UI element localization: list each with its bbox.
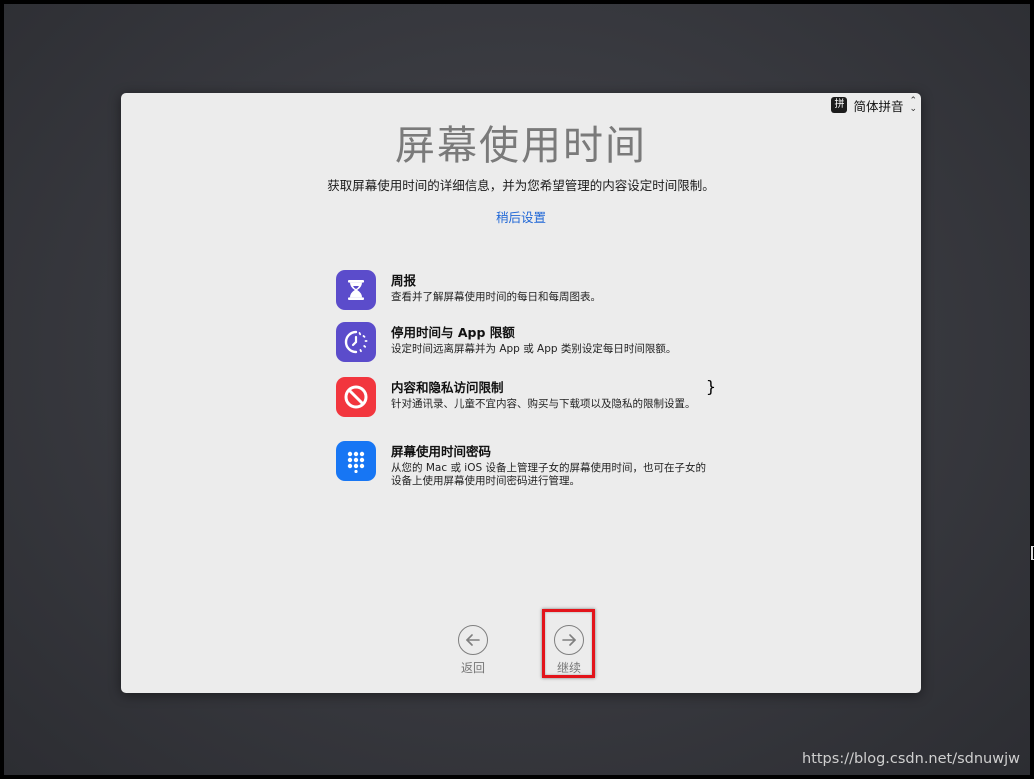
set-up-later-link[interactable]: 稍后设置 [121,207,921,226]
feature-weekly-report: 周报 查看并了解屏幕使用时间的每日和每周图表。 [336,270,716,310]
watermark: https://blog.csdn.net/sdnuwjw [802,751,1020,767]
feature-title: 停用时间与 App 限额 [391,325,515,340]
page-title: 屏幕使用时间 [395,123,647,169]
setup-assistant-panel: 拼 简体拼音 ⌃ ⌄ 屏幕使用时间 获取屏幕使用时间的详细信息，并为您希望管理的… [121,93,921,693]
input-method-menu[interactable]: 拼 简体拼音 ⌃ ⌄ [831,96,917,114]
feature-title: 周报 [391,273,417,288]
feature-downtime-limits: 停用时间与 App 限额 设定时间远离屏幕并为 App 或 App 类别设定每日… [336,322,716,362]
input-method-badge: 拼 [831,97,848,113]
feature-passcode: 屏幕使用时间密码 从您的 Mac 或 iOS 设备上管理子女的屏幕使用时间，也可… [336,441,716,488]
feature-description: 针对通讯录、儿童不宜内容、购买与下载项以及隐私的限制设置。 [391,398,696,410]
no-entry-icon [336,377,376,417]
feature-content-privacy: 内容和隐私访问限制 针对通讯录、儿童不宜内容、购买与下载项以及隐私的限制设置。 … [336,377,716,417]
feature-title: 内容和隐私访问限制 [391,380,504,395]
keypad-icon [336,441,376,481]
back-arrow-icon [458,625,488,655]
input-method-label: 简体拼音 [853,98,904,114]
page-subtitle: 获取屏幕使用时间的详细信息，并为您希望管理的内容设定时间限制。 [327,178,715,193]
feature-description: 查看并了解屏幕使用时间的每日和每周图表。 [391,291,601,303]
back-button[interactable]: 返回 [448,625,498,676]
annotation-highlight-box [542,609,595,678]
back-label: 返回 [460,661,485,675]
chevron-updown-icon: ⌃ ⌄ [909,96,917,114]
desktop-background: 拼 简体拼音 ⌃ ⌄ 屏幕使用时间 获取屏幕使用时间的详细信息，并为您希望管理的… [4,4,1034,775]
feature-title: 屏幕使用时间密码 [391,444,492,459]
feature-description: 从您的 Mac 或 iOS 设备上管理子女的屏幕使用时间，也可在子女的设备上使用… [391,462,706,487]
feature-description: 设定时间远离屏幕并为 App 或 App 类别设定每日时间限额。 [391,343,677,355]
hourglass-icon [336,270,376,310]
downtime-timer-icon [336,322,376,362]
